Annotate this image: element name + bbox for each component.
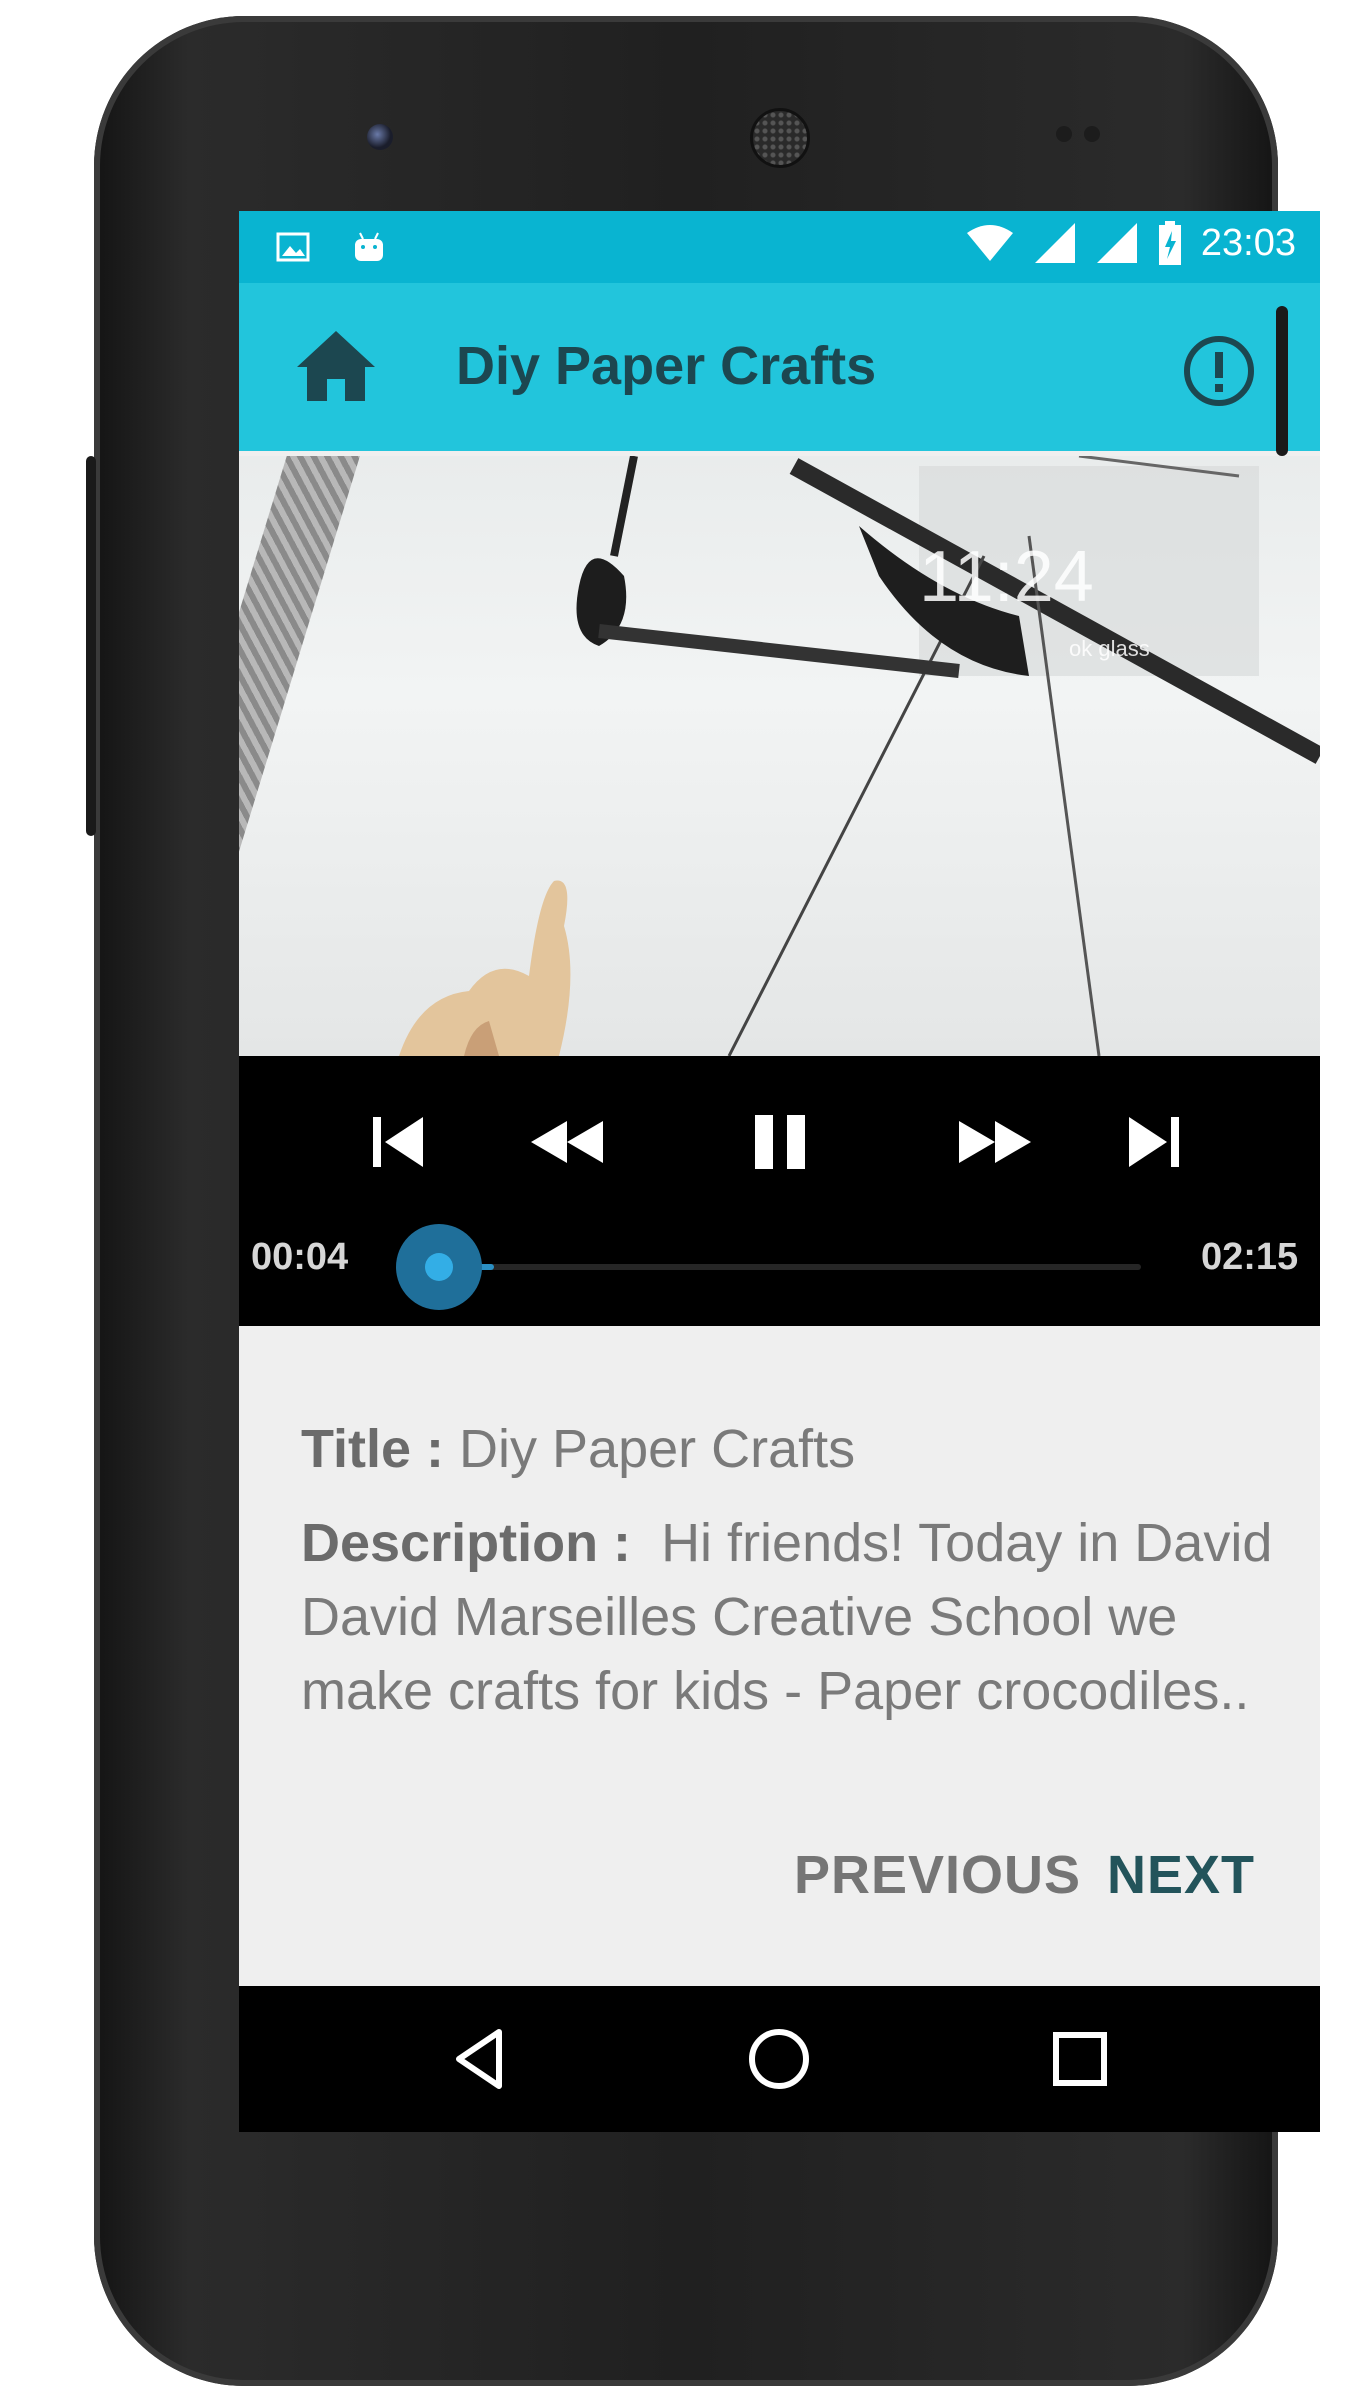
- seek-bar[interactable]: [439, 1264, 1141, 1270]
- info-icon[interactable]: [1183, 335, 1255, 407]
- skip-previous-icon[interactable]: [367, 1111, 429, 1173]
- seek-thumb[interactable]: [425, 1253, 453, 1281]
- app-bar: Diy Paper Crafts: [239, 283, 1320, 451]
- light-sensor: [1084, 126, 1100, 142]
- volume-button: [86, 456, 96, 836]
- overlay-clock: 11:24: [919, 537, 1094, 617]
- fast-forward-icon[interactable]: [957, 1111, 1033, 1173]
- title-value: Diy Paper Crafts: [459, 1419, 856, 1479]
- description-label: Description :: [301, 1513, 632, 1573]
- pause-icon[interactable]: [749, 1111, 811, 1173]
- signal-icon-2: [1096, 223, 1137, 263]
- image-notification-icon: [276, 232, 310, 262]
- next-button[interactable]: NEXT: [1107, 1844, 1255, 1906]
- front-camera: [367, 124, 393, 150]
- android-notification-icon: [355, 232, 383, 261]
- player-controls: 00:04 02:15: [239, 1056, 1320, 1326]
- earpiece-speaker: [750, 108, 810, 168]
- status-time: 23:03: [1200, 221, 1296, 264]
- power-button: [1276, 306, 1288, 456]
- title-row: Title : Diy Paper Crafts: [301, 1418, 855, 1480]
- home-circle-icon[interactable]: [744, 2024, 814, 2094]
- total-duration: 02:15: [1201, 1236, 1299, 1278]
- home-icon[interactable]: [295, 327, 377, 405]
- video-frame[interactable]: 11:24 ok glass: [239, 456, 1320, 1056]
- back-icon[interactable]: [449, 2024, 519, 2094]
- status-bar: 23:03: [239, 211, 1320, 283]
- description-block: Description : Hi friends! Today in David…: [301, 1506, 1301, 1728]
- title-label: Title :: [301, 1419, 445, 1479]
- elapsed-time: 00:04: [251, 1236, 349, 1278]
- overlay-subtext: ok glass: [1069, 636, 1150, 661]
- battery-charging-icon: [1158, 221, 1181, 265]
- signal-icon: [1034, 223, 1075, 263]
- video-details: Title : Diy Paper Crafts Description : H…: [239, 1326, 1320, 1986]
- rewind-icon[interactable]: [529, 1111, 605, 1173]
- video-scene: [399, 456, 1320, 1056]
- navigation-bar: [239, 1986, 1320, 2132]
- proximity-sensor: [1056, 126, 1072, 142]
- wifi-icon: [966, 225, 1013, 261]
- recents-icon[interactable]: [1045, 2024, 1115, 2094]
- previous-button[interactable]: PREVIOUS: [794, 1844, 1081, 1906]
- phone-frame: 23:03 Diy Paper Crafts 11:24 ok glass 00…: [86, 16, 1320, 2386]
- skip-next-icon[interactable]: [1123, 1111, 1185, 1173]
- screen: 23:03 Diy Paper Crafts 11:24 ok glass 00…: [239, 211, 1320, 2132]
- app-title: Diy Paper Crafts: [456, 336, 877, 396]
